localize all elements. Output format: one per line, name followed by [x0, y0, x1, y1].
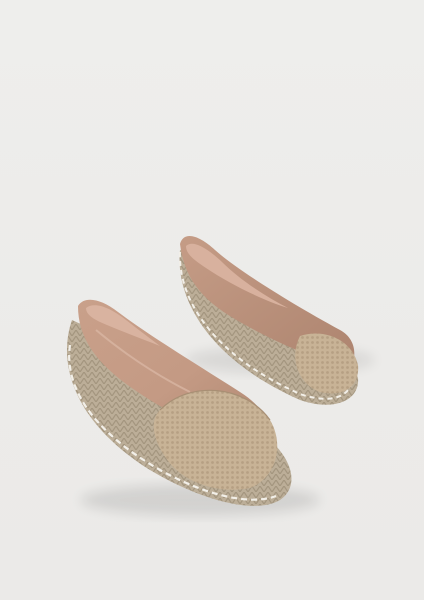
product-image-page	[0, 0, 424, 600]
espadrille-pair-icon	[66, 236, 375, 516]
